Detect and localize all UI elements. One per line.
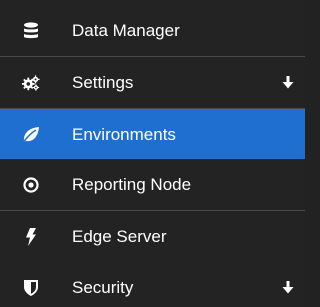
cogs-icon [22,74,40,92]
sidebar-item-environments[interactable]: Environments [0,109,305,161]
target-icon [22,176,40,194]
sidebar-item-label: Environments [72,125,176,144]
sidebar-item-label: Data Manager [72,21,180,40]
arrow-down-icon[interactable] [281,281,295,295]
lightning-icon [22,227,40,246]
sidebar-item-settings[interactable]: Settings [0,57,305,109]
arrow-down-icon[interactable] [281,76,295,90]
sidebar-item-label: Security [72,278,134,297]
shield-icon [22,279,40,297]
leaf-icon [22,126,40,144]
sidebar-item-edge-server[interactable]: Edge Server [0,211,305,263]
sidebar-item-label: Reporting Node [72,175,192,194]
sidebar-item-data-manager[interactable]: Data Manager [0,5,305,57]
sidebar-item-security[interactable]: Security [0,262,305,307]
sidebar-item-label: Edge Server [72,227,167,246]
sidebar-item-reporting-node[interactable]: Reporting Node [0,159,305,211]
sidebar-menu: Data Manager Settings Environments Repor… [0,0,305,307]
database-icon [22,21,40,40]
sidebar-item-label: Settings [72,73,134,92]
